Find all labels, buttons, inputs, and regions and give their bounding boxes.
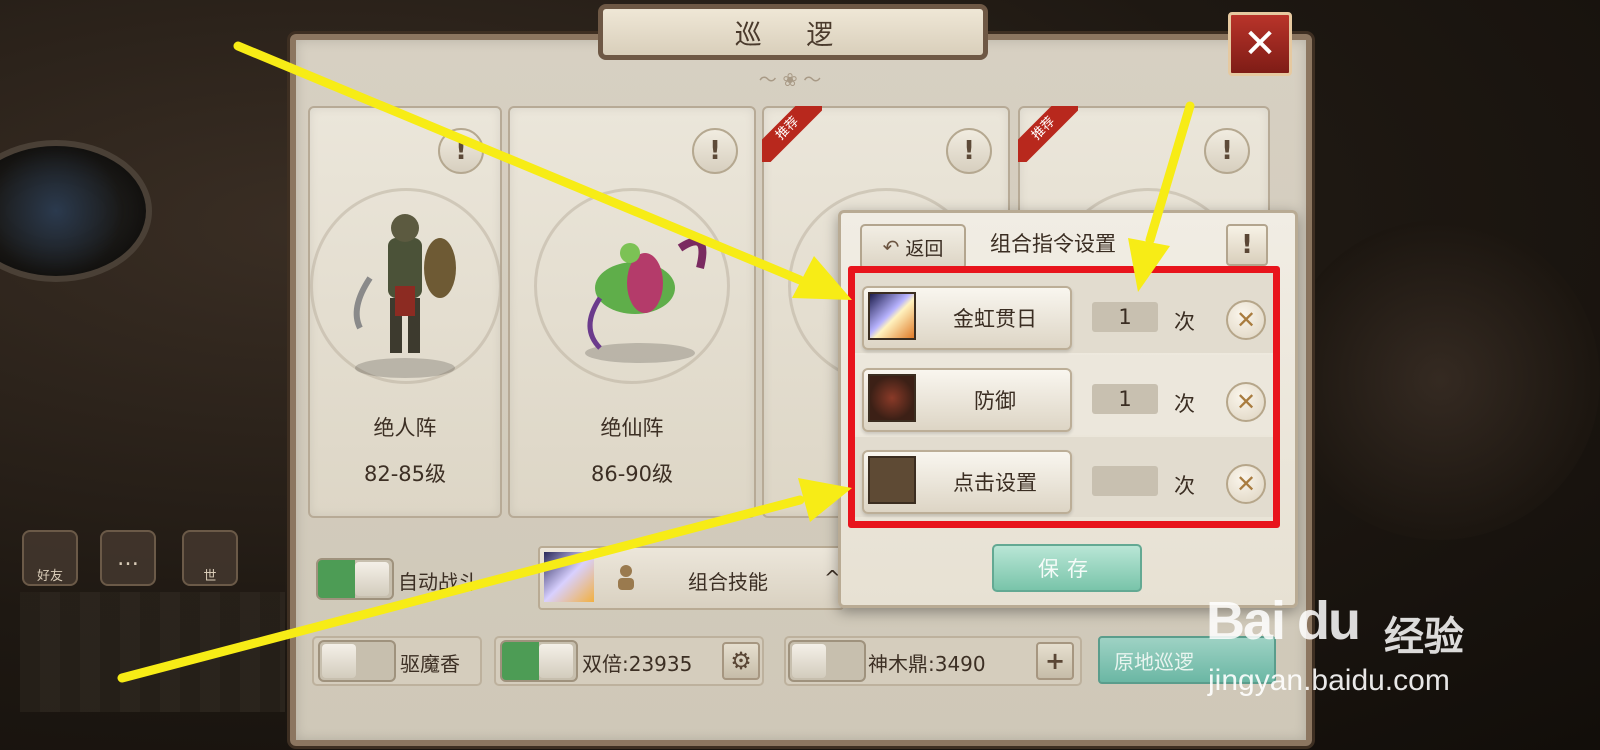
baidu-watermark-text: 经验 <box>1384 614 1464 660</box>
baidu-watermark-url: jingyan.baidu.com <box>1208 664 1450 697</box>
arrow-to-count <box>1145 101 1195 245</box>
baidu-watermark-logo: Bai du <box>1206 591 1361 651</box>
arrow-head <box>798 478 852 522</box>
annotation-arrows <box>117 41 1195 683</box>
arrow-to-first-skill <box>233 41 805 285</box>
arrow-head <box>1128 238 1170 292</box>
arrow-to-empty-slot <box>117 495 805 683</box>
